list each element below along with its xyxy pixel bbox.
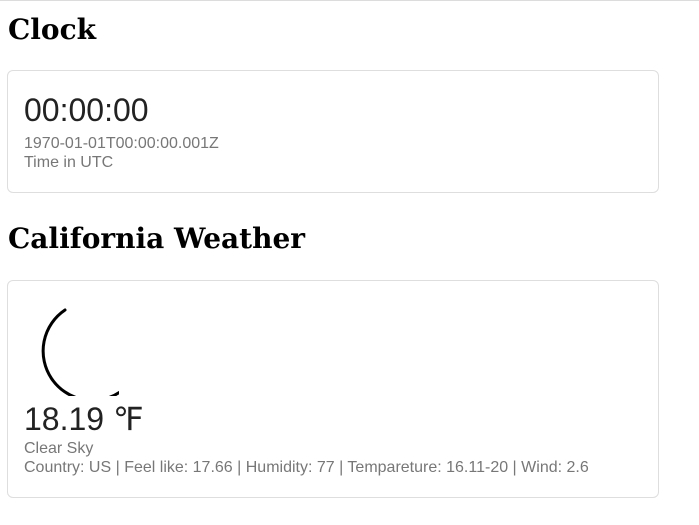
weather-heading: California Weather [8,222,306,255]
weather-card: 18.19 ℉ Clear Sky Country: US | Feel lik… [7,280,659,498]
clock-iso-timestamp: 1970-01-01T00:00:00.001Z [24,135,219,152]
clock-heading: Clock [8,13,97,46]
clock-caption: Time in UTC [24,154,114,171]
clock-card: 00:00:00 1970-01-01T00:00:00.001Z Time i… [7,70,659,193]
moon-icon [41,308,119,396]
weather-description: Clear Sky [24,440,94,457]
weather-details: Country: US | Feel like: 17.66 | Humidit… [24,459,589,476]
weather-temperature: 18.19 ℉ [24,401,144,437]
clock-time: 00:00:00 [24,92,149,128]
